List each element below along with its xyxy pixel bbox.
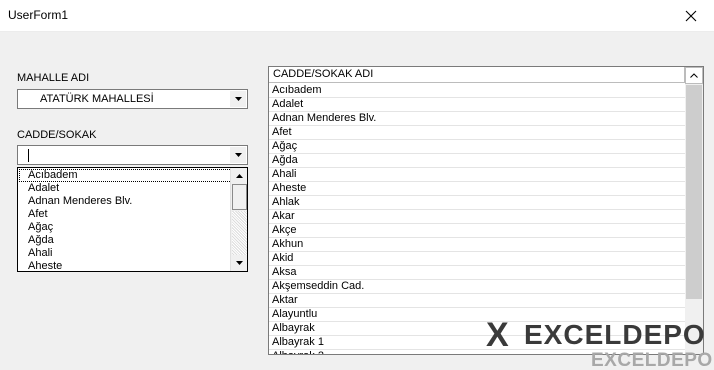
window-title: UserForm1	[8, 8, 69, 22]
dropdown-item[interactable]: Acıbadem	[19, 169, 232, 182]
listbox-row[interactable]: Akar	[269, 210, 685, 224]
dropdown-item[interactable]: Ağda	[28, 234, 54, 247]
dropdown-item[interactable]: Adnan Menderes Blv.	[28, 195, 132, 208]
scrollbar-thumb[interactable]	[232, 184, 247, 210]
logo-text-depo: DEPO	[622, 319, 706, 350]
listbox-row-label: Alayuntlu	[272, 308, 318, 320]
cadde-label: CADDE/SOKAK	[17, 129, 97, 141]
text-caret	[28, 149, 29, 162]
listbox-row[interactable]: Adalet	[269, 98, 685, 112]
cadde-dropdown-button[interactable]	[230, 147, 246, 163]
logo-text-excel: EXCEL	[524, 319, 623, 350]
listbox-row-label: Adnan Menderes Blv.	[272, 112, 377, 124]
listbox-row[interactable]: Ağda	[269, 154, 685, 168]
listbox-row[interactable]: Acıbadem	[269, 84, 685, 98]
listbox-row-label: Akçe	[272, 224, 297, 236]
scroll-down-button[interactable]	[231, 255, 247, 271]
listbox-row[interactable]: Akid	[269, 252, 685, 266]
close-button[interactable]	[668, 0, 714, 31]
listbox-row-label: Adalet	[272, 98, 304, 110]
listbox-row-label: Akşemseddin Cad.	[272, 280, 365, 292]
listbox-row-label: Akar	[272, 210, 295, 222]
listbox-row-label: Akid	[272, 252, 294, 264]
dropdown-item[interactable]: Adalet	[28, 182, 59, 195]
dropdown-item[interactable]: Ahali	[28, 247, 52, 260]
listbox-scrollbar[interactable]	[685, 67, 703, 354]
mahalle-dropdown-button[interactable]	[230, 91, 246, 107]
dropdown-scrollbar[interactable]	[230, 168, 247, 271]
cadde-listbox[interactable]: CADDE/SOKAK ADI Acıbadem Adalet Adnan Mend…	[268, 66, 704, 355]
chevron-down-icon	[234, 153, 242, 157]
logo-text: EXCELDEPO	[524, 319, 706, 351]
listbox-row-label: Ahlak	[272, 196, 300, 208]
scroll-up-button[interactable]	[685, 67, 703, 84]
listbox-row-label: Aheste	[272, 182, 307, 194]
listbox-row[interactable]: Aksa	[269, 266, 685, 280]
listbox-row-label: Ahali	[272, 168, 297, 180]
listbox-row[interactable]: Akhun	[269, 238, 685, 252]
mahalle-combobox[interactable]: ATATÜRK MAHALLESİ	[17, 89, 248, 109]
listbox-row[interactable]: Akçe	[269, 224, 685, 238]
chevron-down-icon	[235, 261, 243, 265]
listbox-row-label: Afet	[272, 126, 292, 138]
scroll-up-button[interactable]	[231, 168, 247, 184]
listbox-row-label: Albayrak 1	[272, 336, 324, 348]
exceldepo-logo: X EXCELDEPO EXCELDEPO	[486, 316, 714, 370]
listbox-row[interactable]: Ahali	[269, 168, 685, 182]
listbox-row[interactable]: Aktar	[269, 294, 685, 308]
cadde-dropdown-list[interactable]: Acıbadem Adalet Adnan Menderes Blv. Afet…	[17, 167, 248, 272]
dropdown-item[interactable]: Afet	[28, 208, 48, 221]
chevron-down-icon	[234, 97, 242, 101]
listbox-row-label: Aktar	[272, 294, 298, 306]
listbox-row-label: Akhun	[272, 238, 304, 250]
listbox-row[interactable]: Afet	[269, 126, 685, 140]
scrollbar-thumb[interactable]	[686, 85, 702, 299]
chevron-up-icon	[690, 73, 698, 78]
listbox-row-label: Ağda	[272, 154, 298, 166]
logo-watermark: EXCELDEPO	[591, 350, 713, 370]
listbox-row[interactable]: Akşemseddin Cad.	[269, 280, 685, 294]
listbox-column-header: CADDE/SOKAK ADI	[269, 67, 685, 83]
close-icon	[685, 10, 697, 21]
listbox-row[interactable]: Adnan Menderes Blv.	[269, 112, 685, 126]
listbox-row[interactable]: Ahlak	[269, 196, 685, 210]
listbox-row-label: Acıbadem	[272, 84, 322, 96]
cadde-combobox[interactable]	[17, 145, 248, 165]
listbox-row[interactable]: Aheste	[269, 182, 685, 196]
listbox-row[interactable]: Ağaç	[269, 140, 685, 154]
scrollbar-track[interactable]	[232, 211, 247, 255]
dropdown-item[interactable]: Aheste	[28, 260, 62, 271]
mahalle-label: MAHALLE ADI	[17, 72, 90, 84]
listbox-row-label: Ağaç	[272, 140, 298, 152]
listbox-header-label: CADDE/SOKAK ADI	[273, 68, 374, 80]
dropdown-item[interactable]: Ağaç	[28, 221, 53, 234]
title-bar: UserForm1	[0, 0, 714, 31]
listbox-row-label: Aksa	[272, 266, 297, 278]
listbox-row-label: Albayrak 2	[272, 350, 324, 354]
listbox-row-label: Albayrak	[272, 322, 315, 334]
logo-x-mark: X	[486, 316, 509, 354]
chevron-up-icon	[235, 174, 243, 178]
mahalle-selected-value: ATATÜRK MAHALLESİ	[40, 93, 154, 105]
